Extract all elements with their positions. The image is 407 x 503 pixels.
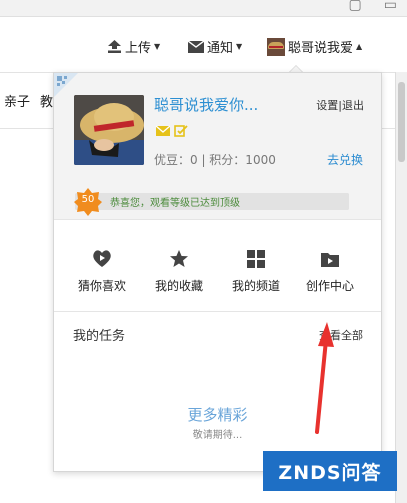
shortcut-creator-center[interactable]: 创作中心 [296,249,364,294]
user-dropdown-panel: 聪哥说我爱你... 设置|退出 优豆：0 | 积分：1000 去兑换 50 恭喜… [53,72,382,472]
header-username: 聪哥说我爱 [288,41,354,56]
profile-username[interactable]: 聪哥说我爱你... [154,94,258,115]
points-stats: 优豆：0 | 积分：1000 [154,153,276,167]
shortcut-row: 猜你喜欢 我的收藏 我的频道 创作中心 [54,219,381,312]
browser-top-strip: ▢ ▭ [0,0,407,17]
minimize-icon[interactable]: ▢ [349,0,362,13]
view-all-link[interactable]: 查看全部 [319,327,363,343]
chevron-down-icon: ▼ [236,42,243,51]
grid-icon [247,250,265,268]
level-number: 50 [81,194,95,205]
verified-phone-badge-icon[interactable] [174,125,188,137]
nav-item-parenting[interactable]: 亲子 [4,91,30,110]
chevron-down-icon: ▼ [154,42,161,51]
nav-item-education[interactable]: 教 [40,91,53,110]
chevron-up-icon: ▲ [356,42,363,51]
header-avatar [267,37,285,56]
verified-mail-badge-icon[interactable] [156,125,170,137]
upload-label: 上传 [125,41,152,56]
settings-link[interactable]: 设置 [316,99,338,112]
tasks-title: 我的任务 [73,329,126,344]
dropdown-caret [289,65,303,72]
watermark-text: ZNDS问答 [278,461,382,484]
shortcut-label: 猜你喜欢 [77,279,126,293]
heart-play-icon [93,250,111,267]
shortcut-channel[interactable]: 我的频道 [222,249,290,294]
znds-watermark-logo: ZNDS问答 [263,451,397,491]
user-avatar[interactable] [74,95,144,165]
star-icon [170,250,188,267]
profile-section: 聪哥说我爱你... 设置|退出 优豆：0 | 积分：1000 去兑换 50 恭喜… [54,73,381,220]
shortcut-label: 创作中心 [305,279,354,293]
upload-icon [108,40,121,53]
coming-soon-text: 敬请期待... [192,430,243,441]
exchange-link[interactable]: 去兑换 [327,151,363,168]
shortcut-favorites[interactable]: 我的收藏 [145,249,213,294]
notify-label: 通知 [207,41,234,56]
notify-menu[interactable]: 通知 ▼ [188,37,242,56]
mail-icon [188,40,204,53]
folder-play-icon [321,253,339,267]
qr-code-icon[interactable] [54,73,78,97]
window-controls: ▢ ▭ [349,0,397,13]
shortcut-label: 我的收藏 [154,279,203,293]
site-header: 上传 ▼ 通知 ▼ 聪哥说我爱 ▲ [0,17,407,72]
account-links: 设置|退出 [316,97,364,113]
shortcut-label: 我的频道 [231,279,280,293]
restore-icon[interactable]: ▭ [384,0,397,13]
shortcut-recommend[interactable]: 猜你喜欢 [68,249,136,294]
logout-link[interactable]: 退出 [342,99,364,112]
level-message: 恭喜您，观看等级已达到顶级 [110,198,240,209]
upload-menu[interactable]: 上传 ▼ [107,37,160,56]
more-highlights[interactable]: 更多精彩 [54,404,381,425]
scrollbar-thumb[interactable] [398,82,405,162]
user-menu[interactable]: 聪哥说我爱 ▲ [267,37,362,56]
page-scrollbar[interactable] [395,72,407,503]
user-badges [156,125,188,137]
